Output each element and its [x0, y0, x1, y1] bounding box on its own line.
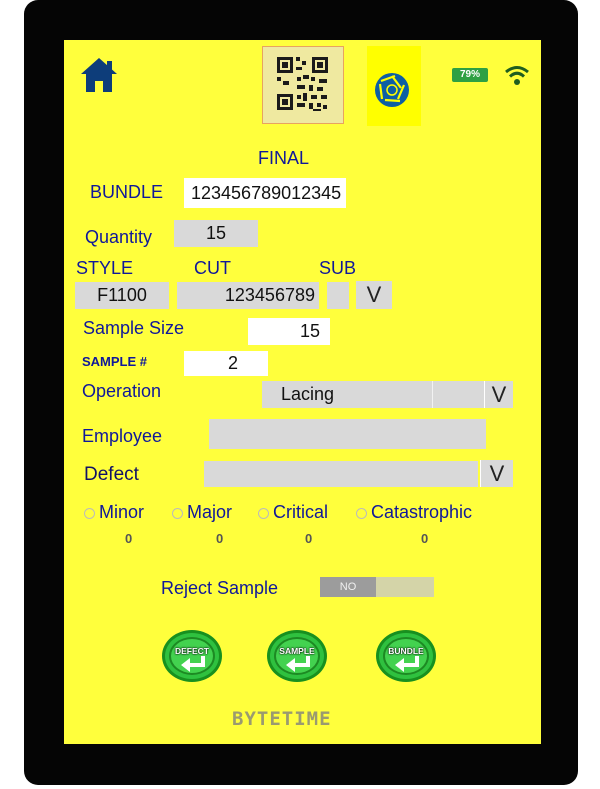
- severity-catastrophic-radio[interactable]: Catastrophic: [356, 502, 472, 523]
- severity-critical-count: 0: [305, 531, 313, 546]
- radio-circle-icon: [172, 507, 183, 519]
- severity-major-label: Major: [187, 502, 233, 522]
- qr-code-icon[interactable]: [262, 46, 344, 124]
- sample-size-label: Sample Size: [83, 318, 185, 338]
- operation-select-divider: [432, 381, 433, 408]
- radio-circle-icon: [84, 507, 95, 519]
- severity-major-count: 0: [216, 531, 224, 546]
- style-label: STYLE: [76, 258, 134, 278]
- severity-catastrophic-label: Catastrophic: [371, 502, 473, 522]
- severity-minor-count: 0: [125, 531, 133, 546]
- battery-percent: 79%: [459, 69, 480, 80]
- quantity-label: Quantity: [85, 227, 153, 247]
- defect-select[interactable]: [204, 461, 478, 487]
- home-icon[interactable]: [78, 54, 120, 96]
- cut-label: CUT: [194, 258, 231, 278]
- operation-label: Operation: [82, 381, 162, 401]
- sample-number-label: SAMPLE #: [82, 354, 148, 369]
- wifi-icon: [504, 64, 530, 86]
- reject-toggle-knob: NO: [320, 577, 376, 597]
- radio-circle-icon: [258, 507, 269, 519]
- severity-minor-label: Minor: [99, 502, 145, 522]
- severity-critical-radio[interactable]: Critical: [258, 502, 328, 523]
- sub-label: SUB: [319, 258, 357, 278]
- sub-dropdown-button[interactable]: V: [356, 281, 392, 309]
- severity-critical-label: Critical: [273, 502, 329, 522]
- reject-sample-toggle[interactable]: NO: [320, 577, 434, 597]
- severity-catastrophic-count: 0: [421, 531, 429, 546]
- quantity-field[interactable]: 15: [174, 220, 258, 247]
- reject-toggle-state: NO: [339, 581, 357, 593]
- operation-value: Lacing: [281, 384, 335, 404]
- enter-arrow-icon: [395, 656, 419, 672]
- enter-arrow-icon: [181, 656, 205, 672]
- defect-label: Defect: [84, 464, 139, 485]
- bundle-label: BUNDLE: [90, 182, 164, 202]
- reject-sample-label: Reject Sample: [161, 578, 279, 598]
- bundle-action-button[interactable]: BUNDLE: [376, 630, 436, 682]
- page-title: FINAL: [258, 148, 310, 168]
- sample-number-field[interactable]: 2: [184, 351, 268, 376]
- enter-arrow-icon: [286, 656, 310, 672]
- defect-dropdown-button[interactable]: V: [480, 460, 513, 487]
- operation-dropdown-button[interactable]: V: [484, 381, 513, 408]
- sample-action-button[interactable]: SAMPLE: [267, 630, 327, 682]
- cut-field[interactable]: 123456789: [177, 282, 319, 309]
- sub-field[interactable]: [327, 282, 349, 309]
- sample-size-field[interactable]: 15: [248, 318, 330, 345]
- defect-action-button[interactable]: DEFECT: [162, 630, 222, 682]
- camera-shutter-icon[interactable]: [367, 46, 421, 126]
- brand-logo: BYTETIME: [232, 708, 332, 730]
- employee-label: Employee: [82, 426, 163, 446]
- severity-major-radio[interactable]: Major: [172, 502, 232, 523]
- employee-field[interactable]: [209, 419, 486, 449]
- radio-circle-icon: [356, 507, 367, 519]
- battery-icon: 79%: [452, 68, 488, 82]
- severity-minor-radio[interactable]: Minor: [84, 502, 144, 523]
- app-screen: 79% FINAL BUNDLE 123456789012345 Quantit…: [64, 40, 541, 744]
- bundle-field[interactable]: 123456789012345: [184, 178, 346, 208]
- style-field[interactable]: F1100: [75, 282, 169, 309]
